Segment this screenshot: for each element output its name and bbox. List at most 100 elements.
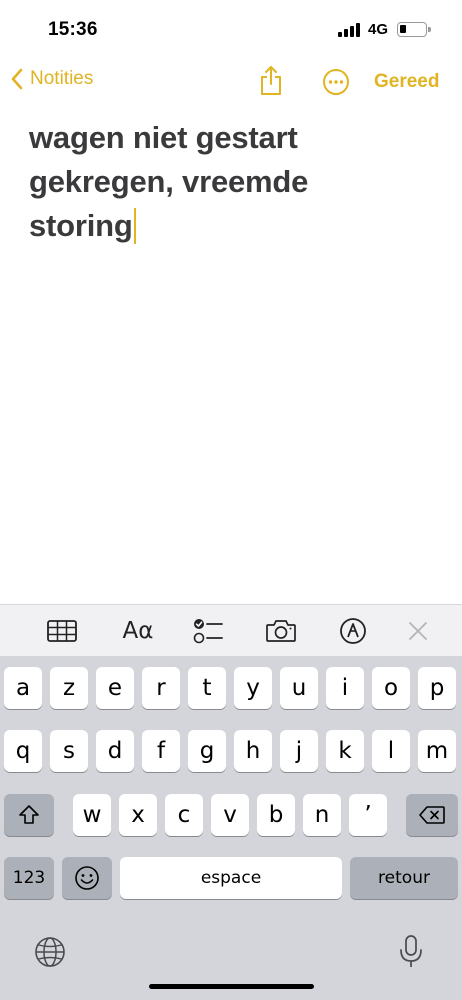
key-label: n	[314, 801, 330, 828]
markup-icon	[340, 618, 366, 644]
checklist-icon	[193, 619, 223, 644]
key[interactable]: b	[257, 794, 295, 836]
key[interactable]: v	[211, 794, 249, 836]
key-label: b	[268, 801, 284, 828]
key[interactable]: n	[303, 794, 341, 836]
shift-icon	[19, 805, 39, 824]
cellular-signal-icon	[338, 23, 360, 37]
key[interactable]: y	[234, 667, 272, 709]
key-label: w	[82, 801, 102, 828]
key[interactable]: q	[4, 730, 42, 772]
key[interactable]: k	[326, 730, 364, 772]
camera-icon	[266, 620, 296, 642]
key[interactable]: z	[50, 667, 88, 709]
note-line[interactable]: storing	[29, 204, 439, 248]
key-label: u	[291, 674, 307, 701]
back-button[interactable]: Notities	[10, 68, 93, 90]
space-key[interactable]: espace	[120, 857, 342, 899]
key[interactable]: f	[142, 730, 180, 772]
key-label: x	[131, 801, 145, 828]
more-options-icon[interactable]	[322, 68, 350, 96]
key-label: v	[223, 801, 237, 828]
key-label: ’	[364, 801, 372, 828]
status-bar: 15:36 4G	[0, 0, 462, 60]
table-button[interactable]	[46, 616, 78, 646]
key[interactable]: j	[280, 730, 318, 772]
status-time: 15:36	[48, 19, 98, 40]
note-line[interactable]: wagen niet gestart	[29, 116, 439, 160]
key[interactable]: c	[165, 794, 203, 836]
key-label: d	[107, 737, 123, 764]
key-label: r	[156, 674, 166, 701]
key-label: l	[387, 737, 395, 764]
key-label: e	[107, 674, 123, 701]
key-label: 123	[12, 867, 46, 888]
key-label: h	[245, 737, 261, 764]
key-label: k	[338, 737, 352, 764]
key[interactable]: s	[50, 730, 88, 772]
note-line[interactable]: gekregen, vreemde	[29, 160, 439, 204]
text-format-button[interactable]: Aα	[118, 616, 158, 646]
key[interactable]: a	[4, 667, 42, 709]
key-label: a	[15, 674, 31, 701]
key-label: s	[63, 737, 75, 764]
key[interactable]: m	[418, 730, 456, 772]
key[interactable]: w	[73, 794, 111, 836]
key[interactable]: d	[96, 730, 134, 772]
key[interactable]: h	[234, 730, 272, 772]
done-button[interactable]: Gereed	[374, 71, 439, 93]
key-label: c	[177, 801, 191, 828]
key[interactable]: u	[280, 667, 318, 709]
key[interactable]: x	[119, 794, 157, 836]
numbers-key[interactable]: 123	[4, 857, 54, 899]
shift-key[interactable]	[4, 794, 54, 836]
key-label: espace	[200, 867, 262, 888]
camera-button[interactable]	[265, 616, 297, 646]
close-toolbar-button[interactable]	[402, 616, 434, 646]
key-label: m	[425, 737, 449, 764]
key-label: p	[429, 674, 445, 701]
key-label: j	[295, 737, 303, 764]
key-label: t	[202, 674, 212, 701]
key[interactable]: e	[96, 667, 134, 709]
key-label: o	[383, 674, 399, 701]
globe-icon[interactable]	[34, 936, 66, 968]
key[interactable]: p	[418, 667, 456, 709]
key-label: q	[15, 737, 31, 764]
key[interactable]: t	[188, 667, 226, 709]
keyboard: a z e r t y u i o p q s d f g h j k l m …	[0, 656, 462, 1000]
backspace-icon	[419, 806, 445, 824]
key-label: y	[246, 674, 260, 701]
checklist-button[interactable]	[192, 616, 224, 646]
network-type: 4G	[368, 21, 389, 38]
return-key[interactable]: retour	[350, 857, 458, 899]
emoji-icon	[75, 866, 99, 890]
key[interactable]: ’	[349, 794, 387, 836]
emoji-key[interactable]	[62, 857, 112, 899]
key-label: f	[156, 737, 166, 764]
markup-button[interactable]	[337, 616, 369, 646]
key-label: retour	[378, 867, 430, 888]
key-label: z	[62, 674, 76, 701]
delete-key[interactable]	[406, 794, 458, 836]
battery-icon	[397, 22, 431, 37]
close-icon	[409, 622, 427, 640]
table-icon	[47, 620, 77, 642]
home-indicator[interactable]	[149, 984, 314, 989]
key[interactable]: g	[188, 730, 226, 772]
key[interactable]: r	[142, 667, 180, 709]
share-icon[interactable]	[258, 64, 284, 96]
format-toolbar: Aα	[0, 604, 462, 656]
note-line-text[interactable]: storing	[29, 208, 133, 243]
chevron-left-icon	[11, 68, 23, 90]
microphone-icon[interactable]	[398, 934, 424, 970]
key-label: i	[341, 674, 349, 701]
text-format-label: Aα	[122, 618, 154, 644]
text-cursor	[133, 208, 136, 244]
key[interactable]: o	[372, 667, 410, 709]
back-button-label: Notities	[30, 68, 94, 89]
key[interactable]: l	[372, 730, 410, 772]
key[interactable]: i	[326, 667, 364, 709]
note-editor[interactable]: wagen niet gestart gekregen, vreemde sto…	[29, 116, 439, 248]
nav-bar: Notities Gereed	[0, 62, 462, 102]
